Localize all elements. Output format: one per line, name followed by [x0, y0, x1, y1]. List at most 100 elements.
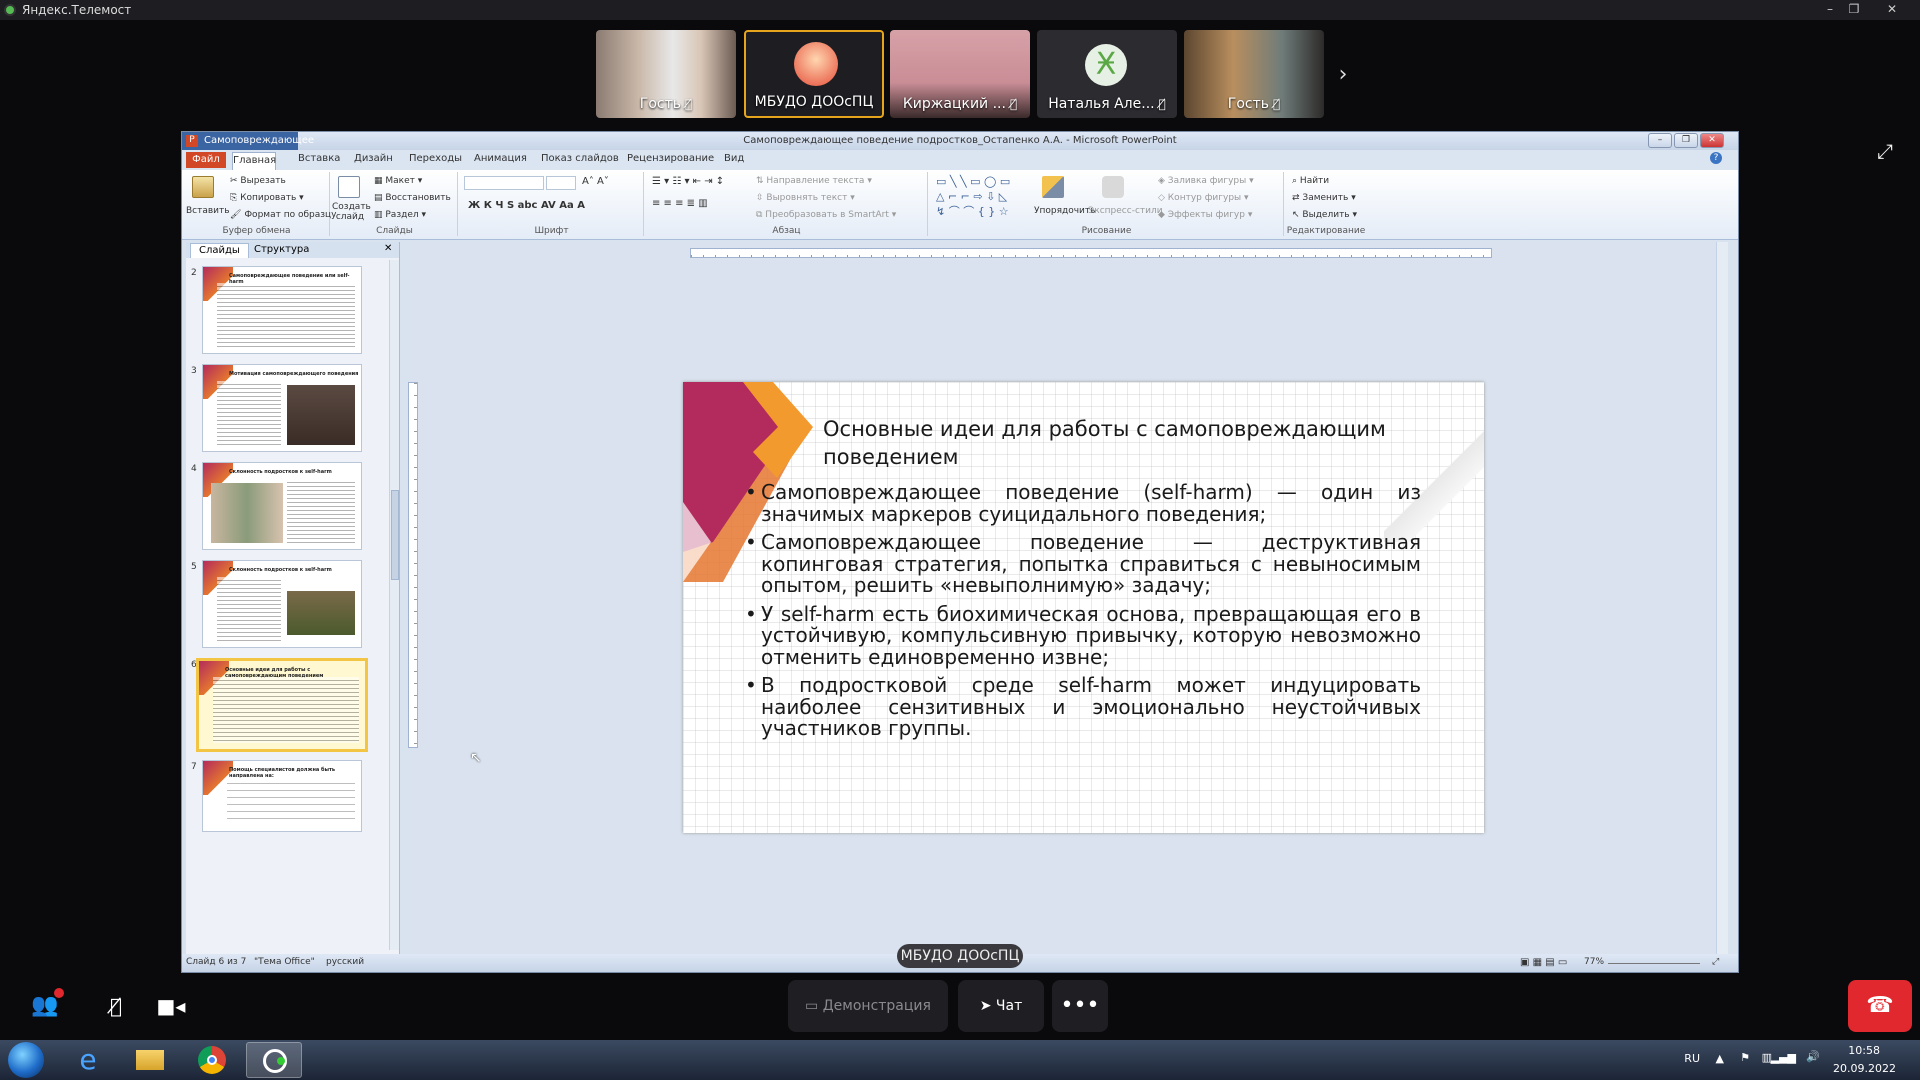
arrange-icon — [1042, 176, 1064, 198]
screen-share-button[interactable]: ▭ Демонстрация — [788, 980, 948, 1032]
microphone-toggle-button[interactable]: 🎙̸ — [92, 980, 140, 1032]
tab-file[interactable]: Файл — [186, 152, 226, 168]
shapes-gallery[interactable]: ▭ ╲ ╲ ▭ ◯ ▭ △ ⌐ ⌐ ⇨ ⇩ ◺ ↯ ⌒ ⌒ { } ☆ — [936, 174, 1010, 219]
tab-animation[interactable]: Анимация — [474, 153, 527, 164]
text-direction-button[interactable]: ⇅ Направление текста ▾ — [756, 176, 872, 186]
tab-design[interactable]: Дизайн — [354, 153, 393, 164]
ppt-close-button[interactable]: ✕ — [1700, 133, 1724, 148]
camera-toggle-button[interactable]: ■◂ — [146, 980, 196, 1032]
list-buttons[interactable]: ☰ ▾ ☷ ▾ ⇤ ⇥ ↕ — [652, 176, 724, 187]
help-icon[interactable]: ? — [1710, 152, 1722, 164]
mic-off-icon: 🎙̸ — [109, 994, 122, 1018]
participant-name: Гость 🎙̸ — [1227, 96, 1281, 112]
more-options-button[interactable]: ••• — [1052, 980, 1108, 1032]
chat-button[interactable]: ➤ Чат — [958, 980, 1044, 1032]
group-editing: ⌕ Найти ⇄ Заменить ▾ ↖ Выделить ▾ Редакт… — [1286, 172, 1366, 236]
participant-tile[interactable]: Гость 🎙̸ — [1184, 30, 1324, 118]
tray-expand-icon[interactable]: ▲ — [1716, 1052, 1724, 1065]
slide-thumbnail-selected[interactable]: Основные идеи для работы с самоповреждаю… — [196, 658, 368, 752]
tab-review[interactable]: Рецензирование — [627, 153, 714, 164]
format-painter-button[interactable]: 🖌 Формат по образцу — [230, 210, 336, 220]
paste-icon — [192, 176, 214, 198]
section-button[interactable]: ▥ Раздел ▾ — [374, 210, 426, 220]
new-slide-button[interactable]: Создать слайд — [332, 202, 371, 222]
ppt-minimize-button[interactable]: – — [1648, 133, 1672, 148]
thumbnail-title: Склонность подростков к self-harm — [229, 469, 332, 475]
view-buttons[interactable]: ▣ ▦ ▤ ▭ — [1520, 957, 1567, 968]
shape-fill-button[interactable]: ◈ Заливка фигуры ▾ — [1158, 176, 1254, 186]
thumbnail-title: Склонность подростков к self-harm — [229, 567, 332, 573]
slide-canvas[interactable]: Основные идеи для работы с самоповреждаю… — [683, 382, 1484, 833]
windows-start-icon[interactable] — [8, 1042, 44, 1078]
reset-button[interactable]: ▤ Восстановить — [374, 193, 451, 203]
replace-button[interactable]: ⇄ Заменить ▾ — [1292, 193, 1356, 203]
slide-thumbnail[interactable]: Склонность подростков к self-harm — [202, 560, 362, 648]
slide-thumbnail[interactable]: Склонность подростков к self-harm — [202, 462, 362, 550]
shape-effects-button[interactable]: ◆ Эффекты фигур ▾ — [1158, 210, 1252, 220]
font-style-buttons[interactable]: Ж К Ч S abc AV Aa A — [468, 200, 585, 211]
tab-slides[interactable]: Слайды — [190, 243, 249, 258]
flag-icon[interactable]: ⚑ — [1740, 1051, 1750, 1064]
chevron-right-icon[interactable]: › — [1330, 62, 1356, 88]
ppt-restore-button[interactable]: ❐ — [1674, 133, 1698, 148]
input-language[interactable]: RU — [1684, 1052, 1700, 1065]
tab-transitions[interactable]: Переходы — [409, 153, 462, 164]
volume-icon[interactable]: 🔊 — [1806, 1050, 1820, 1063]
align-text-button[interactable]: ⇳ Выровнять текст ▾ — [756, 193, 855, 203]
signal-icon[interactable]: ▂▄▆ — [1771, 1051, 1796, 1064]
edit-scrollbar[interactable] — [1716, 242, 1728, 954]
slide-number: 5 — [191, 562, 197, 572]
font-size-select[interactable] — [546, 176, 576, 190]
ie-icon[interactable]: e — [60, 1042, 116, 1078]
chrome-icon[interactable] — [184, 1042, 240, 1078]
arrange-button[interactable]: Упорядочить — [1034, 206, 1095, 216]
smartart-button[interactable]: ⧉ Преобразовать в SmartArt ▾ — [756, 210, 896, 220]
language-indicator: русский — [326, 957, 365, 967]
participant-tile[interactable]: Киржацкий ... 🎙̸ — [890, 30, 1030, 118]
tab-home[interactable]: Главная — [232, 152, 276, 170]
select-button[interactable]: ↖ Выделить ▾ — [1292, 210, 1357, 220]
slide-thumbnail[interactable]: Мотивация самоповреждающего поведения — [202, 364, 362, 452]
close-pane-icon[interactable]: ✕ — [384, 243, 392, 254]
minimize-icon[interactable]: – — [1818, 2, 1842, 16]
fullscreen-icon[interactable]: ⤢ — [1872, 138, 1898, 164]
font-grow-icon[interactable]: A˄ A˅ — [582, 176, 609, 187]
slide-bullet: В подростковой среде self-harm может инд… — [745, 674, 1421, 740]
pane-scrollbar[interactable] — [389, 260, 399, 950]
notification-dot — [54, 988, 64, 998]
participant-tile[interactable]: Ӿ Наталья Але... 🎙̸ — [1037, 30, 1177, 118]
tab-slideshow[interactable]: Показ слайдов — [541, 153, 619, 164]
align-buttons[interactable]: ≡ ≡ ≡ ≣ ▥ — [652, 198, 708, 209]
slide-thumbnail[interactable]: Помощь специалистов должна быть направле… — [202, 760, 362, 832]
explorer-icon[interactable] — [122, 1042, 178, 1078]
avatar-initial-icon: Ӿ — [1085, 44, 1127, 86]
camera-icon: ■◂ — [156, 994, 186, 1018]
cut-button[interactable]: ✂ Вырезать — [230, 176, 286, 186]
invite-participants-button[interactable]: 👥 — [20, 980, 70, 1032]
tab-outline[interactable]: Структура — [246, 243, 317, 258]
clock-time[interactable]: 10:58 — [1848, 1044, 1880, 1057]
shape-outline-button[interactable]: ◇ Контур фигуры ▾ — [1158, 193, 1249, 203]
layout-button[interactable]: ▦ Макет ▾ — [374, 176, 422, 186]
tab-view[interactable]: Вид — [724, 153, 744, 164]
telemost-taskbar-icon[interactable] — [246, 1042, 302, 1078]
participant-tile-active[interactable]: МБУДО ДООсПЦ — [744, 30, 884, 118]
maximize-icon[interactable]: ❐ — [1842, 2, 1866, 16]
fit-window-icon[interactable]: ⤢ — [1712, 957, 1719, 967]
find-button[interactable]: ⌕ Найти — [1292, 176, 1329, 186]
slide-thumbnail[interactable]: Самоповреждающее поведение или self-harm — [202, 266, 362, 354]
close-icon[interactable]: ✕ — [1880, 2, 1904, 16]
end-call-button[interactable]: ☎ — [1848, 980, 1912, 1032]
organization-avatar — [794, 42, 838, 86]
slide-number: 4 — [191, 464, 197, 474]
quick-styles-button[interactable]: Экспресс-стили — [1088, 206, 1163, 216]
tab-insert[interactable]: Вставка — [298, 153, 340, 164]
clock-date[interactable]: 20.09.2022 — [1833, 1062, 1896, 1075]
zoom-slider[interactable] — [1608, 963, 1700, 964]
participant-tile[interactable]: Гость 🎙̸ — [596, 30, 736, 118]
copy-button[interactable]: ⎘ Копировать ▾ — [230, 193, 304, 203]
group-label: Абзац — [772, 226, 801, 236]
group-label: Буфер обмена — [222, 226, 291, 236]
paste-button[interactable]: Вставить — [186, 206, 230, 216]
font-name-select[interactable] — [464, 176, 544, 190]
